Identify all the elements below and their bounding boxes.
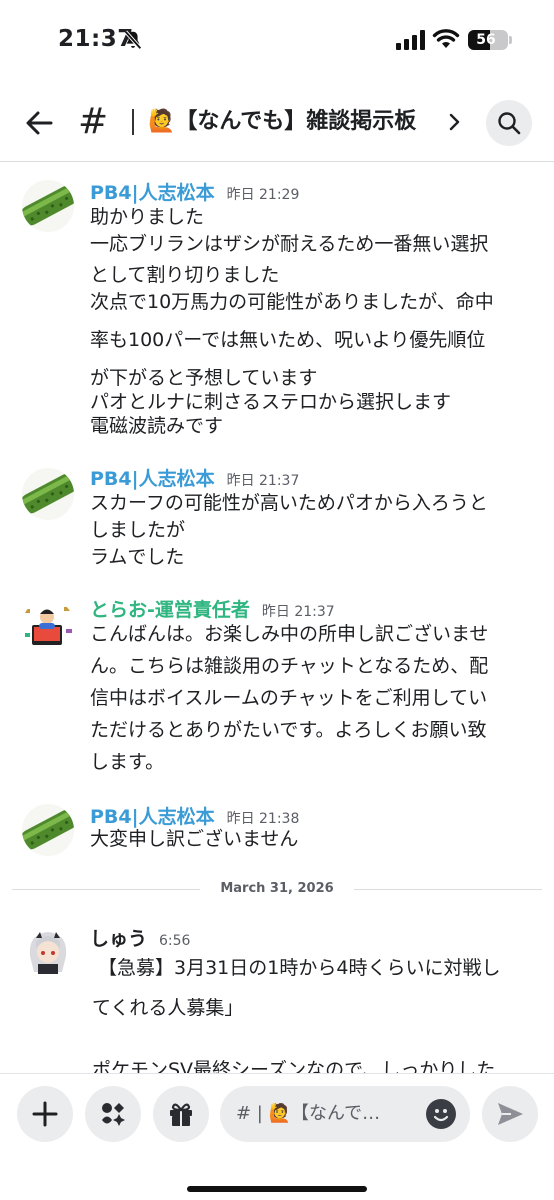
search-icon	[498, 112, 521, 135]
author-name[interactable]: しゅう	[90, 924, 147, 951]
channel-hash-icon: #	[78, 101, 109, 142]
message-text: 【急募】3月31日の1時から4時くらいに対戦し	[98, 957, 501, 979]
author-name[interactable]: とらお-運営責任者	[90, 595, 250, 622]
message-text: しましたが	[90, 519, 186, 541]
message-header: PB4|人志松本 昨日 21:37	[90, 464, 299, 492]
emoji-button[interactable]	[426, 1099, 456, 1129]
anime-avatar-icon	[22, 926, 74, 978]
plus-icon	[32, 1101, 58, 1127]
channel-title[interactable]: 🙋【なんでも】雑談掲示板	[148, 104, 416, 140]
battery-icon: 56	[468, 30, 508, 50]
send-icon	[498, 1103, 523, 1125]
message[interactable]: とらお-運営責任者 昨日 21:37 こんばんは。お楽しみ中の所申し訳ございませ…	[0, 593, 554, 783]
message-header: PB4|人志松本 昨日 21:29	[90, 178, 299, 206]
battery-cap	[509, 36, 512, 44]
apps-icon	[102, 1103, 125, 1126]
message-text: ただけるとありがたいです。よろしくお願い致	[90, 719, 487, 741]
chevron-right-icon[interactable]	[448, 111, 462, 133]
message-text: として割り切りました	[90, 264, 280, 286]
composer-bar: # | 🙋【なんで…	[0, 1073, 554, 1200]
send-button[interactable]	[482, 1086, 538, 1142]
author-name[interactable]: PB4|人志松本	[90, 178, 215, 205]
message[interactable]: PB4|人志松本 昨日 21:38 大変申し訳ございません	[0, 800, 554, 860]
signal-icon	[396, 30, 425, 50]
message-input[interactable]: # | 🙋【なんで…	[220, 1086, 470, 1142]
search-button[interactable]	[486, 100, 532, 146]
gift-button[interactable]	[153, 1086, 209, 1142]
gift-icon	[170, 1103, 192, 1126]
message-header: とらお-運営責任者 昨日 21:37	[90, 595, 335, 623]
battery-level: 56	[476, 32, 496, 48]
cucumber-avatar-icon	[22, 468, 74, 520]
bell-slash-icon	[124, 30, 142, 50]
home-indicator[interactable]	[187, 1186, 367, 1192]
header-separator	[132, 109, 134, 135]
arrow-left-icon	[26, 111, 53, 135]
message[interactable]: PB4|人志松本 昨日 21:29 助かりました 一応ブリランはザシが耐えるため…	[0, 176, 554, 446]
message-header: しゅう 6:56	[90, 924, 190, 952]
message-text: 大変申し訳ございません	[90, 828, 299, 850]
message-text: パオとルナに刺さるステロから選択します	[90, 391, 452, 413]
message-timestamp: 昨日 21:29	[226, 187, 300, 203]
emoji-icon	[433, 1109, 449, 1122]
author-name[interactable]: PB4|人志松本	[90, 802, 215, 829]
avatar[interactable]	[22, 599, 74, 651]
back-button[interactable]	[22, 106, 56, 140]
author-name[interactable]: PB4|人志松本	[90, 464, 215, 491]
message-timestamp: 昨日 21:38	[226, 811, 300, 827]
avatar[interactable]	[22, 804, 74, 856]
status-bar: 21:37 56	[0, 0, 554, 84]
message-text: 電磁波読みです	[90, 415, 224, 437]
attach-button[interactable]	[17, 1086, 73, 1142]
message[interactable]: しゅう 6:56 【急募】3月31日の1時から4時くらいに対戦し てくれる人募集…	[0, 924, 554, 1081]
message[interactable]: PB4|人志松本 昨日 21:37 スカーフの可能性が高いためパオから入ろうと …	[0, 462, 554, 572]
avatar[interactable]	[22, 926, 74, 978]
message-timestamp: 昨日 21:37	[226, 473, 300, 489]
message-text: スカーフの可能性が高いためパオから入ろうと	[90, 492, 488, 514]
wifi-icon	[432, 29, 460, 48]
message-text: てくれる人募集」	[92, 997, 244, 1019]
message-text: 次点で10万馬力の可能性がありましたが、命中	[90, 291, 494, 313]
message-text: ん。こちらは雑談用のチャットとなるため、配	[90, 655, 489, 677]
date-divider: March 31, 2026	[200, 880, 354, 898]
cucumber-avatar-icon	[22, 804, 74, 856]
message-text: 信中はボイスルームのチャットをご利用してい	[90, 687, 488, 709]
message-text: ラムでした	[90, 546, 185, 568]
streamer-avatar-icon	[22, 599, 74, 651]
message-input-placeholder: # | 🙋【なんで…	[236, 1103, 381, 1124]
chat-screen: 21:37 56 # 🙋【なんでも】雑談掲示板 PB4|人志松本 昨日 21:2…	[0, 0, 554, 1200]
message-timestamp: 昨日 21:37	[261, 604, 335, 620]
message-text: こんばんは。お楽しみ中の所申し訳ございませ	[90, 623, 489, 645]
avatar[interactable]	[22, 180, 74, 232]
channel-header: # 🙋【なんでも】雑談掲示板	[0, 84, 554, 162]
cucumber-avatar-icon	[22, 180, 74, 232]
message-text: します。	[90, 751, 165, 773]
apps-button[interactable]	[85, 1086, 141, 1142]
message-text: が下がると予想しています	[90, 367, 318, 389]
avatar[interactable]	[22, 468, 74, 520]
message-text: 一応ブリランはザシが耐えるため一番無い選択	[90, 233, 489, 255]
message-text: 助かりました	[90, 206, 205, 228]
message-timestamp: 6:56	[159, 933, 191, 949]
message-text: 率も100パーでは無いため、呪いより優先順位	[90, 329, 486, 351]
